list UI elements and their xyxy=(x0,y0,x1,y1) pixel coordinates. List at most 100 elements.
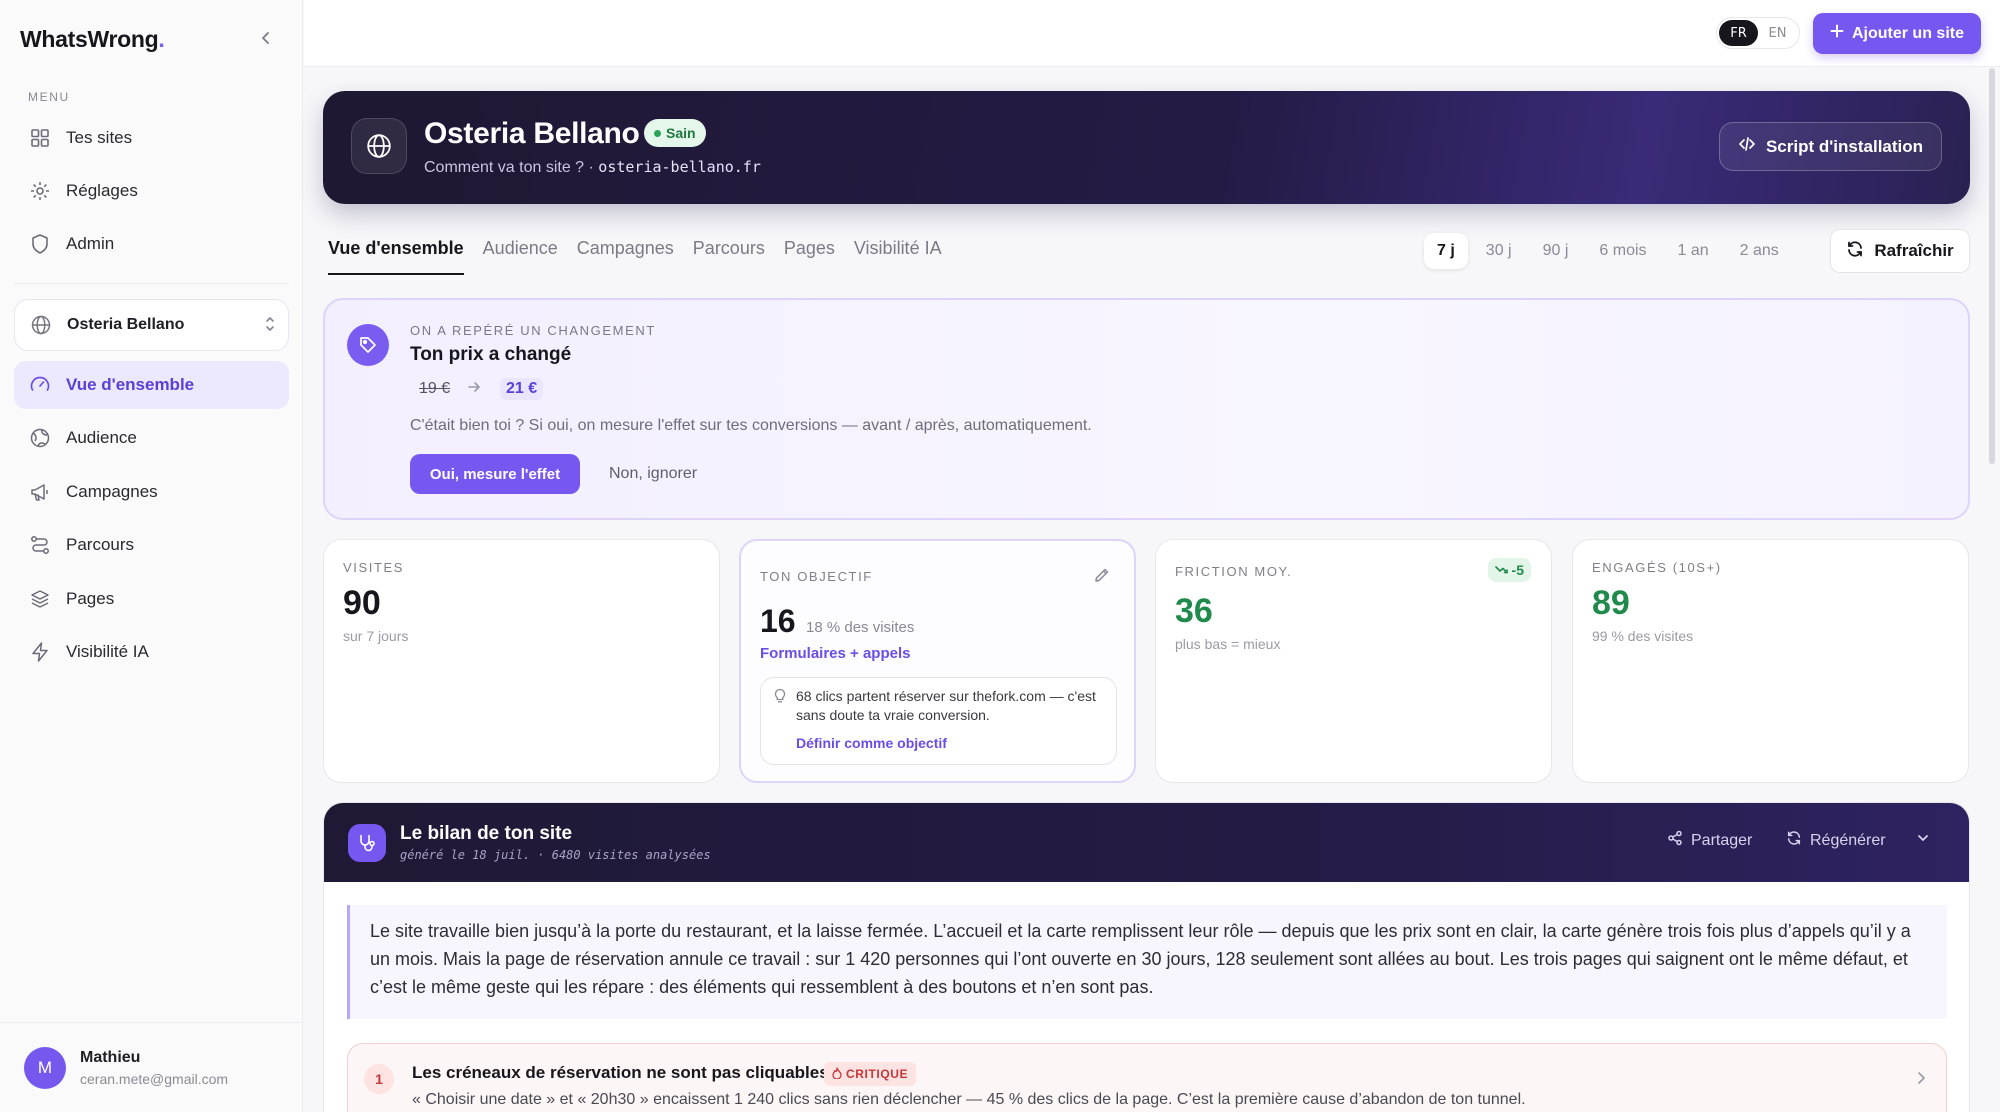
megaphone-icon xyxy=(28,480,52,504)
globe-icon xyxy=(351,118,407,174)
site-selector[interactable]: Osteria Bellano xyxy=(14,299,289,351)
alert-title: Ton prix a changé xyxy=(410,344,572,365)
tab-vue-ensemble[interactable]: Vue d'ensemble xyxy=(328,238,464,275)
report-title: Le bilan de ton site xyxy=(400,823,573,844)
scrollbar[interactable] xyxy=(1989,68,1995,464)
sidebar-divider xyxy=(14,283,289,284)
status-badge: Sain xyxy=(644,119,706,147)
route-icon xyxy=(28,533,52,557)
code-icon xyxy=(1738,135,1756,158)
sidebar-item-label: Tes sites xyxy=(66,128,133,147)
range-7j[interactable]: 7 j xyxy=(1424,233,1468,269)
new-price: 21 € xyxy=(500,378,544,400)
price-change-alert: ON A REPÉRÉ UN CHANGEMENT Ton prix a cha… xyxy=(323,298,1970,520)
sidebar-item-campagnes[interactable]: Campagnes xyxy=(14,468,289,516)
kpi-engaged: ENGAGÉS (10S+) 89 99 % des visites xyxy=(1572,539,1969,783)
goal-definition-link[interactable]: Formulaires + appels xyxy=(760,645,910,662)
menu-label: MENU xyxy=(28,90,70,104)
sidebar-item-vue-ensemble[interactable]: Vue d'ensemble xyxy=(14,361,289,409)
range-6mois[interactable]: 6 mois xyxy=(1586,233,1659,269)
sidebar: WhatsWrong. MENU Tes sites Réglages Admi… xyxy=(0,0,303,1112)
share-label: Partager xyxy=(1691,831,1753,849)
share-button[interactable]: Partager xyxy=(1667,830,1752,851)
kpi-value: 36 xyxy=(1175,592,1213,630)
tab-audience[interactable]: Audience xyxy=(483,238,558,275)
add-site-button[interactable]: Ajouter un site xyxy=(1813,13,1981,54)
date-range-selector: 7 j 30 j 90 j 6 mois 1 an 2 ans xyxy=(1424,232,1811,270)
user-profile[interactable]: M Mathieu ceran.mete@gmail.com xyxy=(0,1022,303,1112)
regenerate-icon xyxy=(1786,830,1802,851)
refresh-button[interactable]: Rafraîchir xyxy=(1830,229,1970,273)
share-icon xyxy=(1667,830,1683,851)
section-tabs: Vue d'ensemble Audience Campagnes Parcou… xyxy=(328,238,942,275)
set-as-goal-link[interactable]: Définir comme objectif xyxy=(796,735,947,751)
layers-icon xyxy=(28,587,52,611)
lang-en[interactable]: EN xyxy=(1758,20,1797,46)
regenerate-label: Régénérer xyxy=(1810,831,1886,849)
app-logo[interactable]: WhatsWrong. xyxy=(20,26,165,53)
range-30j[interactable]: 30 j xyxy=(1473,233,1525,269)
sidebar-item-pages[interactable]: Pages xyxy=(14,575,289,623)
sidebar-item-admin[interactable]: Admin xyxy=(14,220,289,268)
plus-icon xyxy=(1830,24,1844,43)
lightbulb-icon xyxy=(773,688,787,709)
flame-icon xyxy=(832,1066,842,1082)
ignore-button[interactable]: Non, ignorer xyxy=(597,454,709,494)
issue-number: 1 xyxy=(364,1064,394,1094)
stethoscope-icon xyxy=(348,824,386,862)
range-90j[interactable]: 90 j xyxy=(1530,233,1582,269)
site-name: Osteria Bellano xyxy=(424,117,640,150)
lang-fr[interactable]: FR xyxy=(1719,20,1758,46)
globe-audience-icon xyxy=(28,426,52,450)
sidebar-item-audience[interactable]: Audience xyxy=(14,414,289,462)
site-domain: osteria-bellano.fr xyxy=(598,158,761,176)
tab-campagnes[interactable]: Campagnes xyxy=(577,238,674,275)
suggestion-text: 68 clics partent réserver sur thefork.co… xyxy=(796,688,1096,723)
gauge-icon xyxy=(28,373,52,397)
goal-suggestion: 68 clics partent réserver sur thefork.co… xyxy=(760,677,1117,765)
kpi-value: 89 xyxy=(1592,584,1630,622)
language-switcher[interactable]: FR EN xyxy=(1716,17,1800,49)
tab-visibilite-ia[interactable]: Visibilité IA xyxy=(854,238,942,275)
kpi-subtext: sur 7 jours xyxy=(343,628,409,644)
user-email: ceran.mete@gmail.com xyxy=(80,1071,229,1087)
install-script-label: Script d'installation xyxy=(1765,136,1924,156)
issue-title: Les créneaux de réservation ne sont pas … xyxy=(412,1063,829,1082)
install-script-button[interactable]: Script d'installation xyxy=(1719,122,1942,171)
trend-down-icon xyxy=(1494,562,1509,578)
range-2ans[interactable]: 2 ans xyxy=(1727,233,1792,269)
kpi-subtext: plus bas = mieux xyxy=(1175,636,1281,652)
kpi-label: TON OBJECTIF xyxy=(760,569,873,584)
report-header: Le bilan de ton site généré le 18 juil. … xyxy=(324,803,1969,882)
site-hero: Osteria Bellano Sain Comment va ton site… xyxy=(323,91,1970,204)
tab-pages[interactable]: Pages xyxy=(784,238,835,275)
sidebar-item-reglages[interactable]: Réglages xyxy=(14,167,289,215)
range-1an[interactable]: 1 an xyxy=(1665,233,1722,269)
kpi-goal: TON OBJECTIF 16 18 % des visites Formula… xyxy=(739,539,1136,783)
avatar: M xyxy=(24,1047,66,1089)
kpi-percentage: 18 % des visites xyxy=(806,619,915,636)
site-report: Le bilan de ton site généré le 18 juil. … xyxy=(323,802,1970,1112)
alert-description: C'était bien toi ? Si oui, on mesure l'e… xyxy=(410,417,1092,434)
collapse-sidebar-icon[interactable] xyxy=(255,26,277,50)
kpi-label: FRICTION MOY. xyxy=(1175,564,1293,579)
globe-icon xyxy=(29,313,53,337)
measure-effect-button[interactable]: Oui, mesure l'effet xyxy=(410,454,580,494)
severity-badge: CRITIQUE xyxy=(824,1062,917,1086)
trend-badge: -5 xyxy=(1487,558,1531,582)
chevron-up-down-icon xyxy=(264,314,276,339)
sidebar-item-tes-sites[interactable]: Tes sites xyxy=(14,114,289,162)
report-summary: Le site travaille bien jusqu’à la porte … xyxy=(347,905,1947,1019)
sidebar-item-label: Visibilité IA xyxy=(66,642,149,661)
sidebar-item-parcours[interactable]: Parcours xyxy=(14,521,289,569)
tab-parcours[interactable]: Parcours xyxy=(693,238,765,275)
issue-item[interactable]: 1 Les créneaux de réservation ne sont pa… xyxy=(347,1043,1947,1112)
chevron-down-icon[interactable] xyxy=(1916,831,1930,850)
sidebar-item-visibilite-ia[interactable]: Visibilité IA xyxy=(14,628,289,676)
price-tag-icon xyxy=(347,324,389,366)
user-name: Mathieu xyxy=(80,1049,141,1066)
pencil-icon[interactable] xyxy=(1093,567,1110,589)
sidebar-item-label: Campagnes xyxy=(66,482,158,501)
trend-value: -5 xyxy=(1511,562,1524,578)
regenerate-button[interactable]: Régénérer xyxy=(1786,830,1886,851)
